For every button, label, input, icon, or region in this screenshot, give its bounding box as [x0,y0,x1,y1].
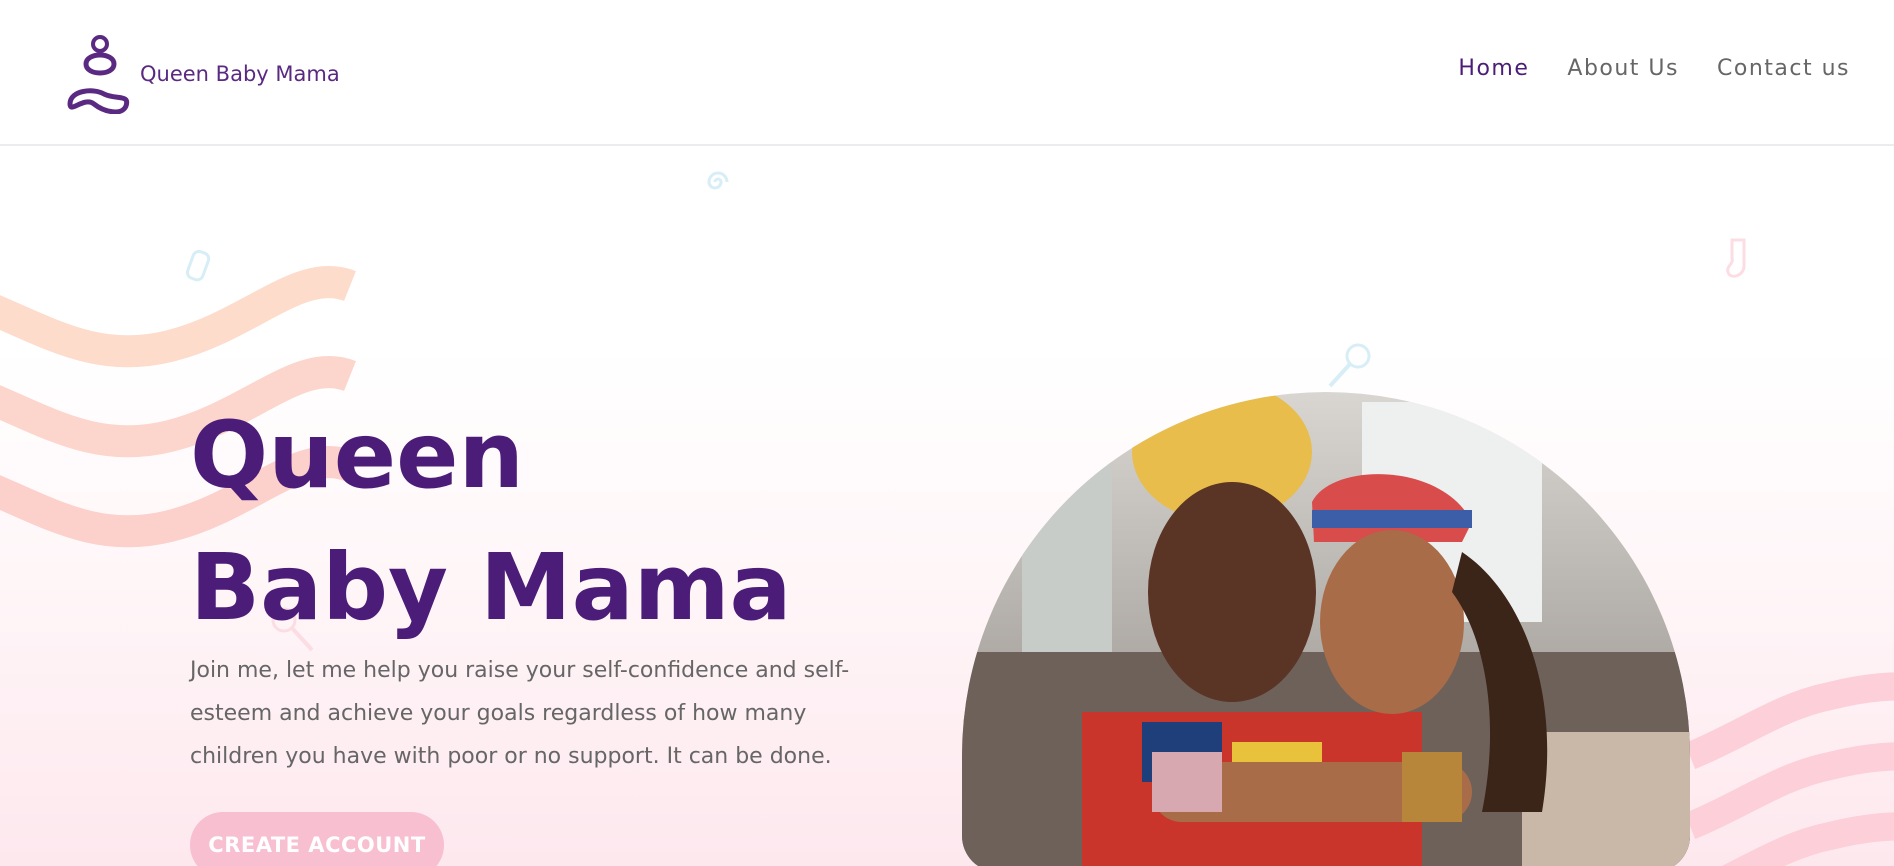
meditating-figure-icon [67,35,130,114]
brand-name: Queen Baby Mama [140,62,340,86]
site-header: Queen Baby Mama Home About Us Contact us [0,0,1894,146]
baby-sock-icon [1726,238,1746,278]
nav-contact-us[interactable]: Contact us [1717,56,1850,81]
nav-home[interactable]: Home [1458,56,1529,81]
nav-about-us[interactable]: About Us [1567,56,1679,81]
hero-title: Queen Baby Mama [190,402,792,641]
spiral-icon [707,171,729,190]
hero-description: Join me, let me help you raise your self… [190,658,850,769]
brand-logo[interactable]: Queen Baby Mama [64,34,340,114]
hero-section: Queen Baby Mama Join me, let me help you… [0,146,1894,866]
rattle-icon [1328,343,1371,388]
main-nav: Home About Us Contact us [1458,56,1850,81]
create-account-button[interactable]: CREATE ACCOUNT [190,812,444,866]
baby-bottle-icon [185,249,211,282]
